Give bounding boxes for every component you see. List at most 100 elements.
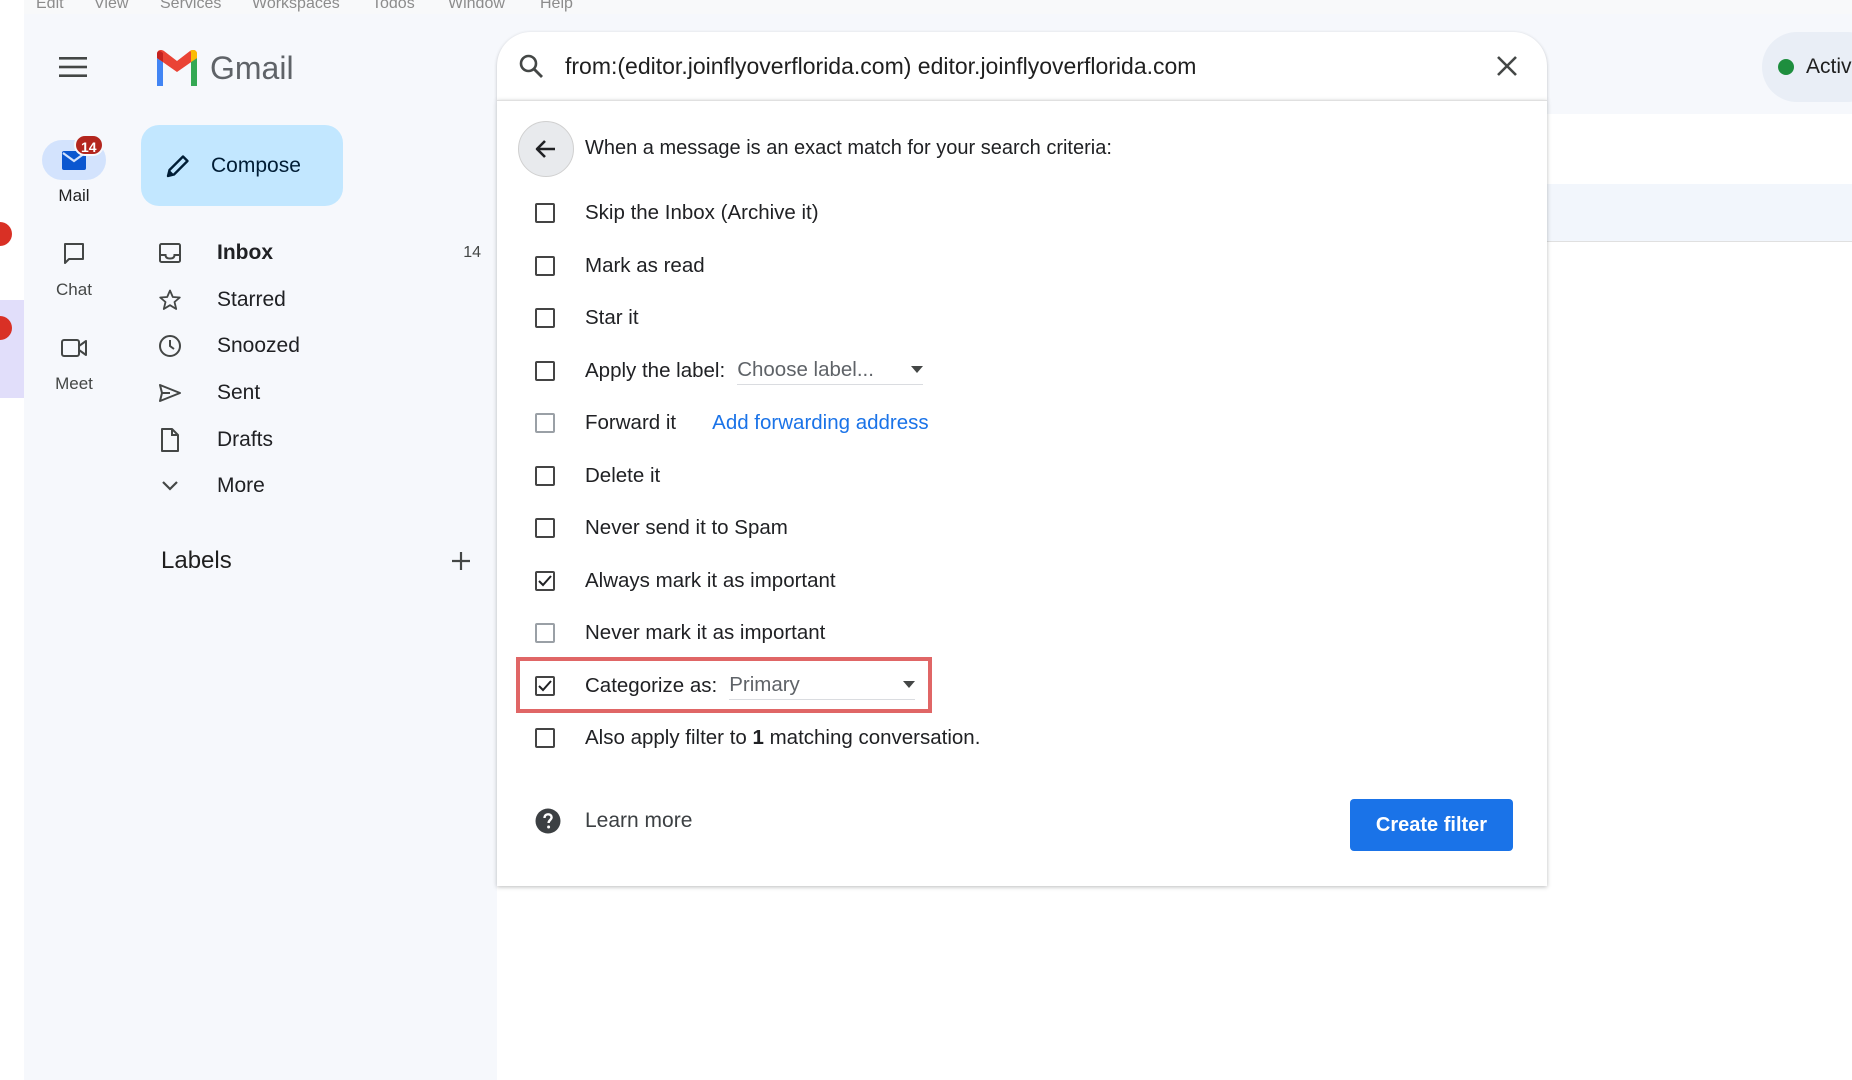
os-menu-services[interactable]: Services xyxy=(160,0,221,13)
option-label: Always mark it as important xyxy=(585,569,836,592)
rail-label: Mail xyxy=(58,186,90,205)
chat-icon xyxy=(64,243,84,264)
annotation-highlight-box xyxy=(516,657,932,713)
option-always-important[interactable]: Always mark it as important xyxy=(535,561,836,601)
nav-label: More xyxy=(217,474,265,497)
status-dot xyxy=(1778,59,1794,75)
os-menu-window[interactable]: Window xyxy=(448,0,505,13)
checkbox[interactable] xyxy=(535,256,555,276)
option-apply-to-matching[interactable]: Also apply filter to 1 matching conversa… xyxy=(535,718,980,758)
video-icon xyxy=(61,339,87,357)
help-icon xyxy=(535,808,561,834)
option-label: Never mark it as important xyxy=(585,621,826,644)
rail-label: Chat xyxy=(56,280,92,299)
clear-search-button[interactable] xyxy=(1467,55,1547,77)
nav-item-snoozed[interactable]: Snoozed xyxy=(141,323,481,369)
learn-more-link[interactable]: Learn more xyxy=(535,808,692,834)
nav-item-starred[interactable]: Starred xyxy=(141,277,481,323)
labels-heading: Labels xyxy=(161,547,232,574)
checkbox[interactable] xyxy=(535,623,555,643)
chevron-down-icon xyxy=(162,481,178,491)
nav-label: Starred xyxy=(217,288,286,311)
os-menu-todos[interactable]: Todos xyxy=(372,0,415,13)
pencil-icon xyxy=(166,154,189,177)
label-dropdown[interactable]: Choose label... xyxy=(737,357,924,385)
nav-label: Drafts xyxy=(217,428,274,451)
checkbox-checked[interactable] xyxy=(535,571,555,591)
option-label: Mark as read xyxy=(585,254,705,277)
checkbox[interactable] xyxy=(535,361,555,381)
option-label: Apply the label: xyxy=(585,359,726,382)
nav-item-drafts[interactable]: Drafts xyxy=(141,417,481,463)
option-mark-as-read[interactable]: Mark as read xyxy=(535,246,705,286)
mail-unread-badge: 14 xyxy=(74,134,104,156)
option-forward-it[interactable]: Forward it Add forwarding address xyxy=(535,403,929,443)
status-pill[interactable]: Activ xyxy=(1762,32,1852,102)
inbox-count: 14 xyxy=(463,244,481,261)
compose-button[interactable]: Compose xyxy=(141,125,343,206)
option-label: Skip the Inbox (Archive it) xyxy=(585,201,819,224)
option-never-important[interactable]: Never mark it as important xyxy=(535,613,825,653)
rail-item-meet[interactable]: Meet xyxy=(24,328,124,394)
option-apply-label[interactable]: Apply the label: Choose label... xyxy=(535,351,924,391)
option-star-it[interactable]: Star it xyxy=(535,298,639,338)
add-forwarding-address-link[interactable]: Add forwarding address xyxy=(712,411,929,435)
left-edge-strip xyxy=(0,0,24,1080)
compose-label: Compose xyxy=(211,153,301,177)
nav-label: Snoozed xyxy=(217,334,300,357)
caret-down-icon xyxy=(911,365,924,373)
star-icon xyxy=(159,289,181,310)
option-never-spam[interactable]: Never send it to Spam xyxy=(535,508,788,548)
criteria-text: When a message is an exact match for you… xyxy=(585,137,1112,159)
checkbox[interactable] xyxy=(535,413,555,433)
dropdown-value: Choose label... xyxy=(737,357,874,381)
file-icon xyxy=(161,428,179,452)
main-menu-button[interactable] xyxy=(47,47,99,87)
menu-icon xyxy=(59,57,87,77)
nav-item-inbox[interactable]: Inbox 14 xyxy=(141,230,481,276)
learn-more-label: Learn more xyxy=(585,809,693,832)
os-menu-view[interactable]: View xyxy=(94,0,128,13)
option-label: Never send it to Spam xyxy=(585,516,788,539)
gmail-logo-icon xyxy=(157,50,197,86)
status-label: Activ xyxy=(1806,55,1852,78)
inbox-icon xyxy=(159,243,181,263)
create-filter-button[interactable]: Create filter xyxy=(1350,799,1513,851)
option-label-post: matching conversation. xyxy=(763,726,981,749)
checkbox[interactable] xyxy=(535,466,555,486)
nav-label: Sent xyxy=(217,381,261,404)
main-tabs-row xyxy=(1547,184,1852,242)
option-label: Forward it xyxy=(585,411,677,434)
gmail-logo[interactable]: Gmail xyxy=(154,46,294,90)
arrow-left-icon xyxy=(535,140,555,158)
add-label-icon[interactable] xyxy=(451,551,471,571)
rail-item-chat[interactable]: Chat xyxy=(24,234,124,300)
os-menu-help[interactable]: Help xyxy=(540,0,573,13)
option-delete-it[interactable]: Delete it xyxy=(535,456,660,496)
check-icon xyxy=(538,575,552,587)
checkbox[interactable] xyxy=(535,308,555,328)
option-label: Delete it xyxy=(585,464,661,487)
search-icon[interactable] xyxy=(518,53,544,79)
send-icon xyxy=(159,384,181,402)
edge-selected-tab[interactable] xyxy=(0,300,24,398)
rail-item-mail[interactable]: 14 Mail xyxy=(24,134,124,206)
search-input[interactable]: from:(editor.joinflyoverflorida.com) edi… xyxy=(565,53,1467,80)
nav-item-sent[interactable]: Sent xyxy=(141,370,481,416)
checkbox[interactable] xyxy=(535,203,555,223)
os-menu-workspaces[interactable]: Workspaces xyxy=(252,0,340,13)
checkbox[interactable] xyxy=(535,728,555,748)
rail-label: Meet xyxy=(55,374,93,393)
option-label-pre: Also apply filter to xyxy=(585,726,753,749)
option-skip-inbox[interactable]: Skip the Inbox (Archive it) xyxy=(535,193,819,233)
search-bar[interactable]: from:(editor.joinflyoverflorida.com) edi… xyxy=(497,32,1547,100)
labels-section-header: Labels xyxy=(161,547,471,575)
option-label: Star it xyxy=(585,306,639,329)
os-menu-bar: e Edit View Services Workspaces Todos Wi… xyxy=(0,0,1852,14)
main-toolbar-row xyxy=(1547,114,1852,185)
nav-item-more[interactable]: More xyxy=(141,463,481,509)
checkbox[interactable] xyxy=(535,518,555,538)
os-menu-edit[interactable]: Edit xyxy=(36,0,64,13)
nav-label: Inbox xyxy=(217,241,273,264)
back-button[interactable] xyxy=(518,121,574,177)
